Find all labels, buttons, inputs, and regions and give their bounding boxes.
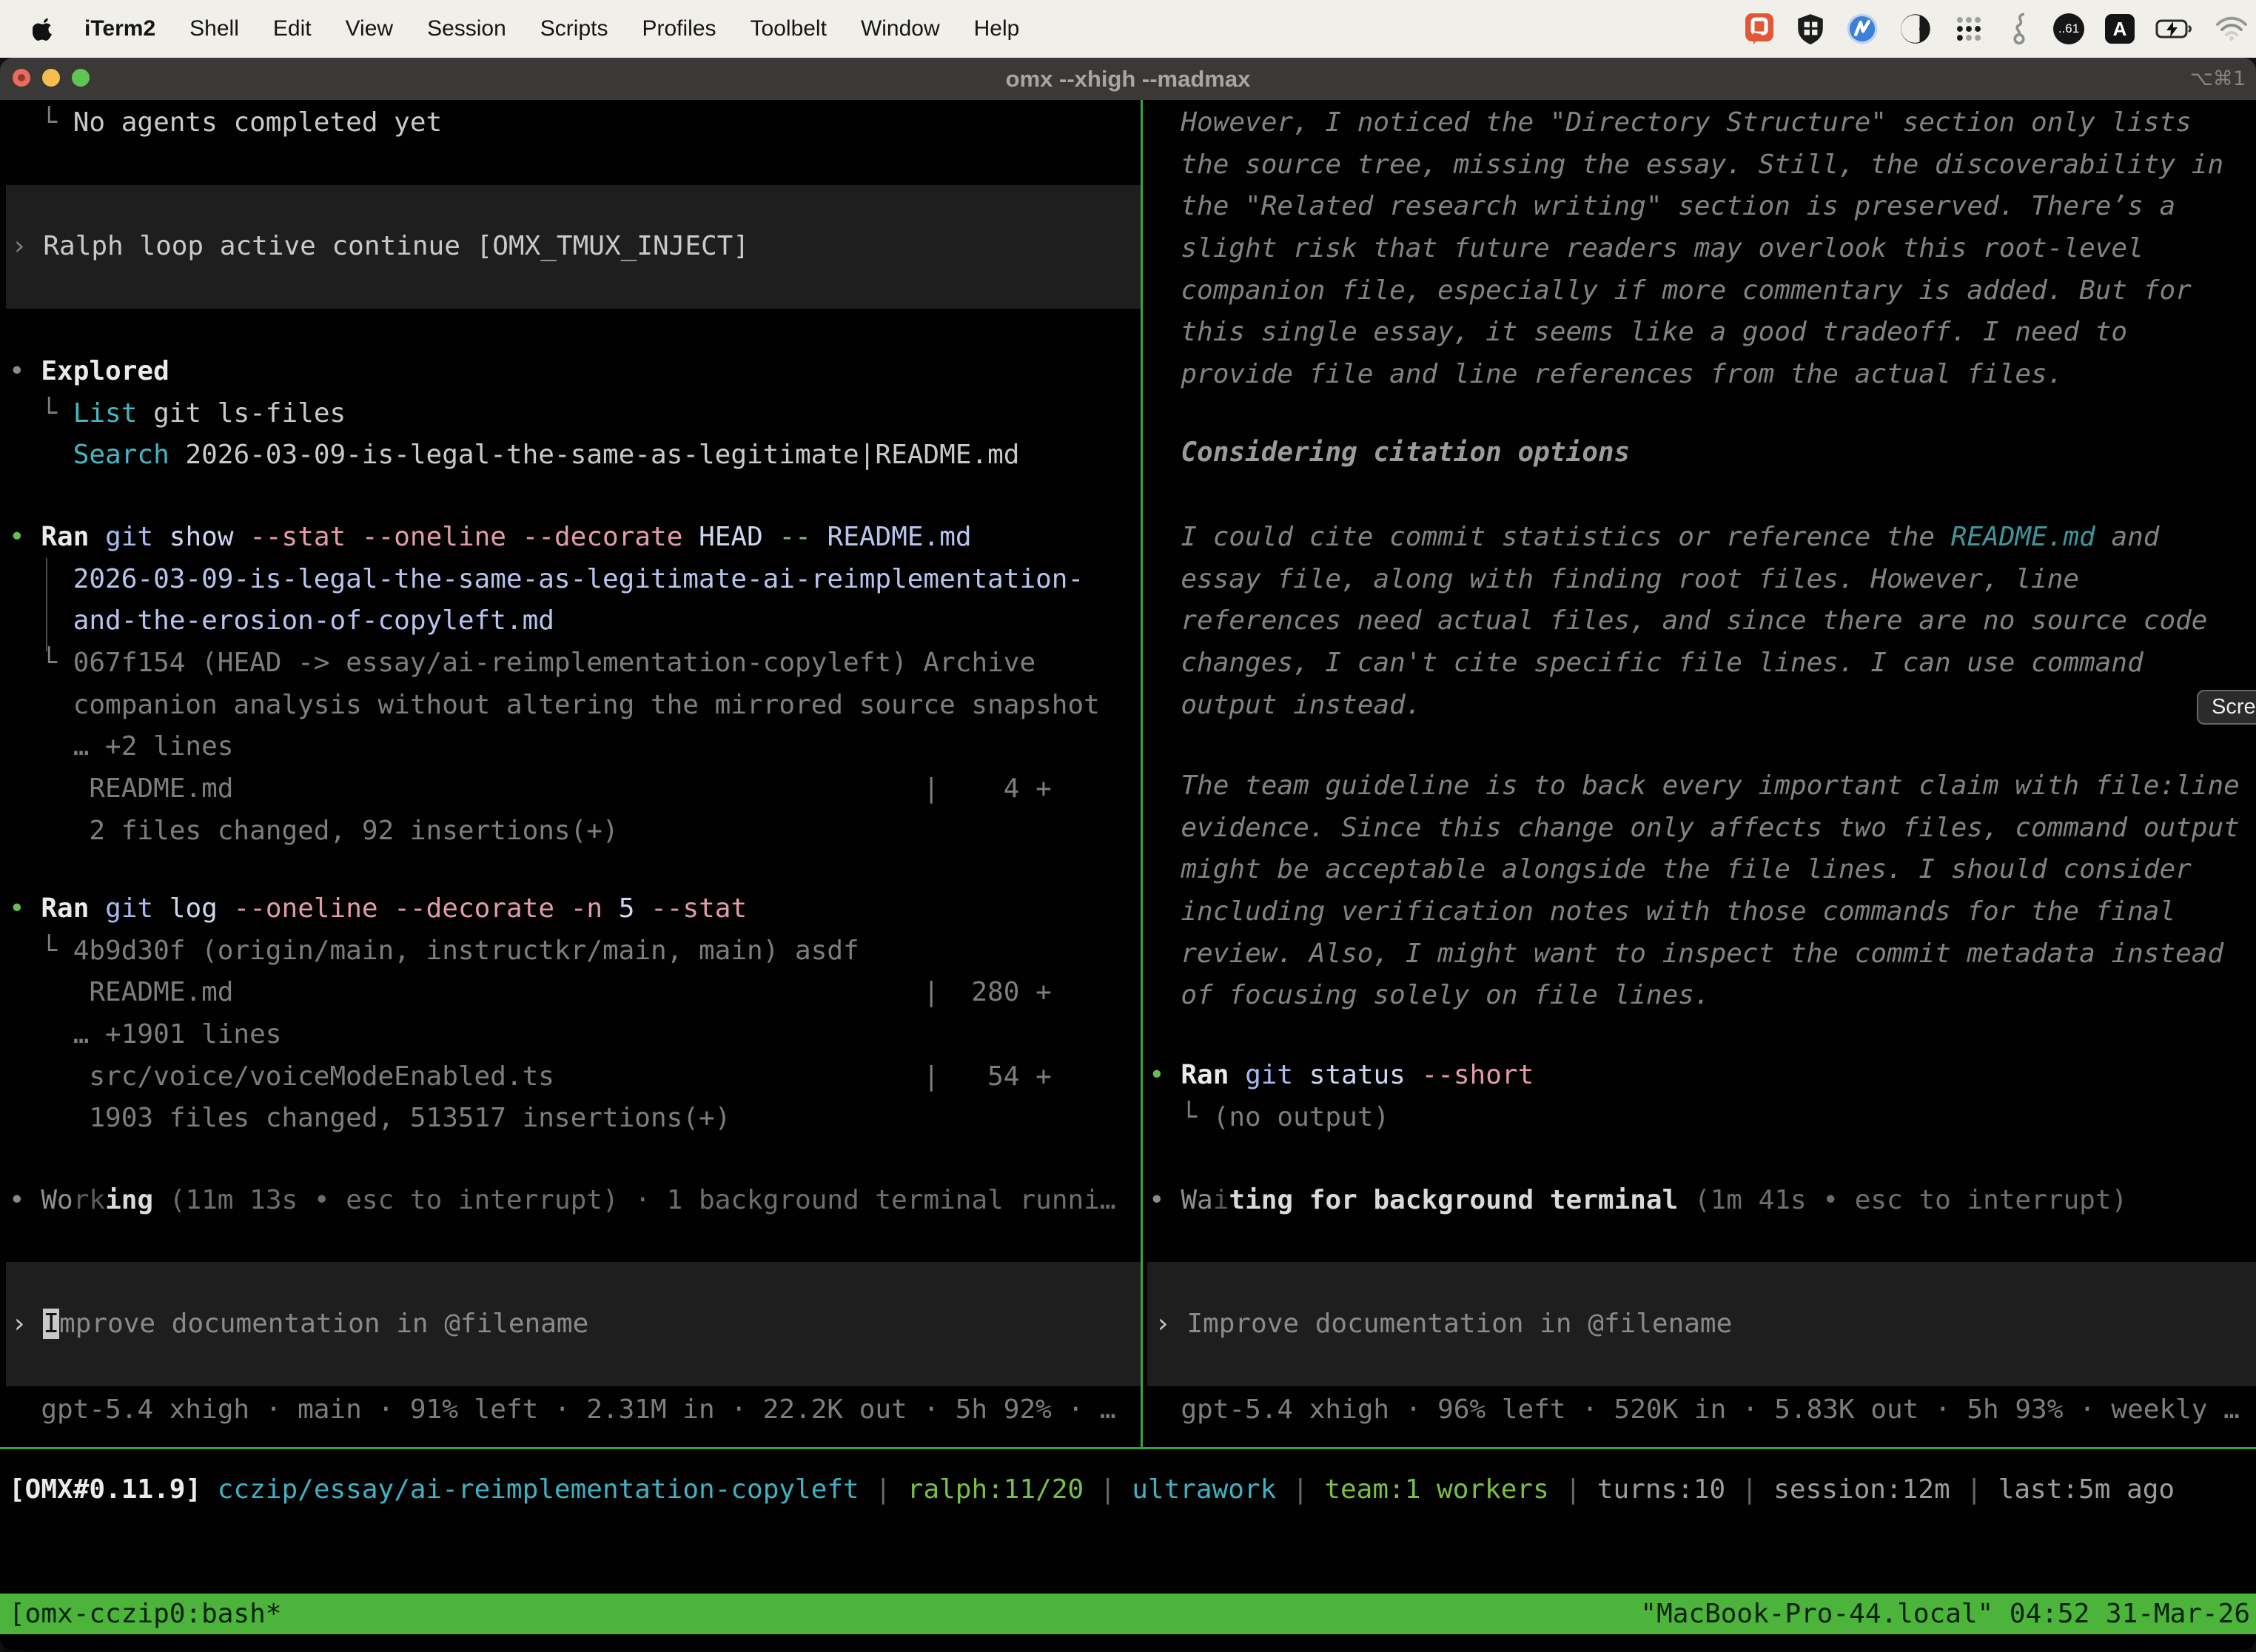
terminal-line: gpt-5.4 xhigh · main · 91% left · 2.31M … <box>9 1389 1116 1431</box>
window-title: omx --xhigh --madmax <box>0 58 2256 100</box>
git-status-section: • Ran git status --short └ (no output) <box>1149 1055 1534 1138</box>
menu-item-scripts[interactable]: Scripts <box>523 16 625 41</box>
terminal-line: › Improve documentation in @filename <box>1155 1303 2256 1346</box>
tree-guide-line <box>46 558 47 651</box>
terminal-line: [OMX#0.11.9] cczip/essay/ai-reimplementa… <box>9 1469 2175 1511</box>
terminal-line: • Waiting for background terminal (1m 41… <box>1149 1180 2127 1222</box>
reasoning-heading: Considering citation options <box>1149 432 1630 474</box>
menu-bar: iTerm2 Shell Edit View Session Scripts P… <box>0 0 2256 58</box>
terminal-line: Considering citation options <box>1149 432 1630 474</box>
terminal-line: the source tree, missing the essay. Stil… <box>1149 144 2223 187</box>
screen-tooltip: Scre <box>2197 690 2256 725</box>
terminal-line: this single essay, it seems like a good … <box>1149 312 2223 354</box>
menu-item-shell[interactable]: Shell <box>172 16 256 41</box>
wifi-icon[interactable] <box>2215 16 2249 42</box>
terminal-line: review. Also, I might want to inspect th… <box>1149 933 2240 976</box>
terminal-line: src/voice/voiceModeEnabled.ts | 54 + <box>9 1056 1052 1098</box>
terminal-line: 2 files changed, 92 insertions(+) <box>9 810 1100 853</box>
terminal-line: • Working (11m 13s • esc to interrupt) ·… <box>9 1180 1116 1222</box>
window-title-bar: omx --xhigh --madmax ⌥⌘1 <box>0 58 2256 100</box>
terminal-line: slight risk that future readers may over… <box>1149 228 2223 270</box>
terminal-line: └ List git ls-files <box>9 393 1019 435</box>
terminal-line: of focusing solely on file lines. <box>1149 975 2240 1017</box>
dots-grid-icon[interactable] <box>1953 13 1985 45</box>
pane-divider-horizontal[interactable] <box>0 1447 2256 1449</box>
hook-squiggle-icon[interactable] <box>2006 12 2032 46</box>
battery-charging-icon[interactable] <box>2155 19 2194 39</box>
prompt-input-right[interactable]: › Improve documentation in @filename <box>1147 1262 2256 1386</box>
terminal-line: README.md | 280 + <box>9 972 1052 1014</box>
terminal-line: • Ran git status --short <box>1149 1055 1534 1097</box>
apple-menu-icon[interactable] <box>33 16 55 41</box>
window-shortcut-label: ⌥⌘1 <box>2190 58 2246 100</box>
terminal-line: • Ran git log --oneline --decorate -n 5 … <box>9 888 1052 930</box>
terminal-line: └ (no output) <box>1149 1097 1534 1139</box>
terminal-line: output instead. <box>1149 685 2207 727</box>
model-status-right: gpt-5.4 xhigh · 96% left · 520K in · 5.8… <box>1149 1389 2240 1431</box>
terminal-line: changes, I can't cite specific file line… <box>1149 642 2207 685</box>
terminal-line: 1903 files changed, 513517 insertions(+) <box>9 1098 1052 1140</box>
tmux-session-name[interactable]: [omx-cczip0:bash* <box>9 1599 281 1629</box>
terminal-line: └ 4b9d30f (origin/main, instructkr/main,… <box>9 930 1052 973</box>
terminal-line: › Ralph loop active continue [OMX_TMUX_I… <box>11 226 1141 268</box>
terminal-line: Search 2026-03-09-is-legal-the-same-as-l… <box>9 434 1019 477</box>
pane-divider-vertical[interactable] <box>1141 100 1143 1447</box>
iterm2-window: omx --xhigh --madmax ⌥⌘1 └ No agents com… <box>0 58 2256 1651</box>
prompt-input-left[interactable]: › Improve documentation in @filename <box>6 1262 1141 1386</box>
terminal-line: and-the-erosion-of-copyleft.md <box>9 600 1100 642</box>
menu-item-help[interactable]: Help <box>957 16 1037 41</box>
terminal-line: • Explored <box>9 351 1019 393</box>
terminal-line: companion file, especially if more comme… <box>1149 270 2223 312</box>
terminal-line: essay file, along with finding root file… <box>1149 559 2207 601</box>
ralph-loop-banner: › Ralph loop active continue [OMX_TMUX_I… <box>6 185 1141 309</box>
terminal-line: I could cite commit statistics or refere… <box>1149 517 2207 559</box>
explored-section: • Explored └ List git ls-files Search 20… <box>9 351 1019 477</box>
omx-session-status-line: [OMX#0.11.9] cczip/essay/ai-reimplementa… <box>9 1469 2175 1511</box>
menu-item-window[interactable]: Window <box>844 16 957 41</box>
model-status-left: gpt-5.4 xhigh · main · 91% left · 2.31M … <box>9 1389 1116 1431</box>
tmux-status-bar: [omx-cczip0:bash* "MacBook-Pro-44.local"… <box>0 1594 2256 1634</box>
terminal-line: provide file and line references from th… <box>1149 354 2223 396</box>
terminal-line: might be acceptable alongside the file l… <box>1149 849 2240 891</box>
terminal-line: └ 067f154 (HEAD -> essay/ai-reimplementa… <box>9 642 1100 685</box>
chat-app-icon[interactable] <box>1744 12 1775 46</box>
terminal-line: README.md | 4 + <box>9 768 1100 810</box>
terminal-line: … +1901 lines <box>9 1014 1052 1056</box>
terminal-line: The team guideline is to back every impo… <box>1149 765 2240 807</box>
menu-item-view[interactable]: View <box>329 16 410 41</box>
menu-item-toolbelt[interactable]: Toolbelt <box>733 16 844 41</box>
terminal-line: • Ran git show --stat --oneline --decora… <box>9 517 1100 559</box>
shield-grid-icon[interactable] <box>1796 13 1825 45</box>
menu-item-session[interactable]: Session <box>410 16 523 41</box>
terminal-line: › Improve documentation in @filename <box>11 1303 1141 1346</box>
terminal-line: However, I noticed the "Directory Struct… <box>1149 102 2223 144</box>
terminal-line: the "Related research writing" section i… <box>1149 186 2223 228</box>
terminal-line: └ No agents completed yet <box>9 102 442 144</box>
terminal-line: gpt-5.4 xhigh · 96% left · 520K in · 5.8… <box>1149 1389 2240 1431</box>
terminal-line: references need actual files, and since … <box>1149 600 2207 642</box>
reasoning-paragraph-2: I could cite commit statistics or refere… <box>1149 517 2207 726</box>
menu-item-profiles[interactable]: Profiles <box>625 16 733 41</box>
menu-item-iterm2[interactable]: iTerm2 <box>65 16 172 41</box>
menu-bar-status-area: ..61 A <box>1744 0 2249 58</box>
kaleidoscope-icon[interactable] <box>1899 13 1932 45</box>
menu-item-edit[interactable]: Edit <box>256 16 329 41</box>
git-show-section: • Ran git show --stat --oneline --decora… <box>9 517 1100 853</box>
git-log-section: • Ran git log --oneline --decorate -n 5 … <box>9 888 1052 1140</box>
screen-tooltip-label: Scre <box>2212 695 2256 719</box>
terminal-line: companion analysis without altering the … <box>9 685 1100 727</box>
agents-summary: └ No agents completed yet <box>9 102 442 144</box>
terminal-line: 2026-03-09-is-legal-the-same-as-legitima… <box>9 559 1100 601</box>
blue-badge-icon[interactable] <box>1846 13 1879 45</box>
battery-percent-badge[interactable]: ..61 <box>2053 13 2084 44</box>
working-status-line: • Working (11m 13s • esc to interrupt) ·… <box>9 1180 1116 1222</box>
terminal-line: including verification notes with those … <box>1149 891 2240 933</box>
terminal-line: evidence. Since this change only affects… <box>1149 807 2240 850</box>
reasoning-paragraph-3: The team guideline is to back every impo… <box>1149 765 2240 1017</box>
terminal-line: … +2 lines <box>9 726 1100 768</box>
tmux-host-clock: "MacBook-Pro-44.local" 04:52 31-Mar-26 <box>1640 1599 2250 1629</box>
input-source-icon[interactable]: A <box>2105 14 2135 44</box>
waiting-status-line: • Waiting for background terminal (1m 41… <box>1149 1180 2127 1222</box>
reasoning-paragraph-1: However, I noticed the "Directory Struct… <box>1149 102 2223 396</box>
